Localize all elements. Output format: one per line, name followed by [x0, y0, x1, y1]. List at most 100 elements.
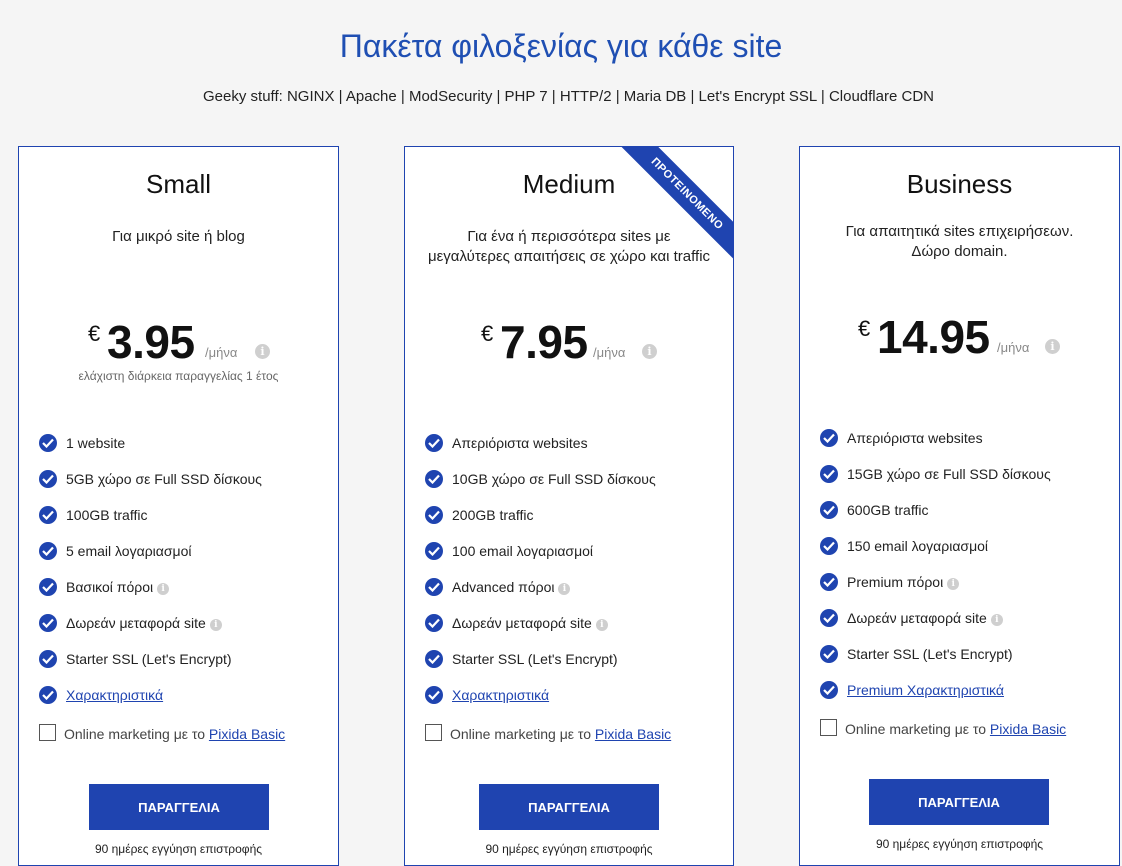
feature-item: Δωρεάν μεταφορά site i [39, 612, 328, 634]
feature-item: Premium πόροι i [820, 571, 1109, 593]
feature-item: Starter SSL (Let's Encrypt) [820, 643, 1109, 665]
price-period: /μήνα [205, 345, 238, 360]
check-icon [820, 681, 838, 699]
feature-label: Starter SSL (Let's Encrypt) [66, 651, 232, 667]
info-icon[interactable]: i [209, 619, 222, 631]
feature-item: 200GB traffic [425, 504, 723, 526]
addon-option: Online marketing με το Pixida Basic [425, 723, 727, 745]
feature-label: Απεριόριστα websites [847, 430, 983, 446]
info-icon[interactable]: i [157, 583, 170, 595]
tech-stack-subtitle: Geeky stuff: NGINX | Apache | ModSecurit… [203, 88, 934, 105]
plan-name: Business [906, 169, 1013, 199]
check-icon [39, 578, 57, 596]
check-icon [820, 501, 838, 519]
plan-description: Για ένα ή περισσότερα sites με μεγαλύτερ… [405, 227, 733, 267]
feature-text: Advanced πόροι [452, 579, 555, 595]
check-icon [39, 434, 57, 452]
order-button[interactable]: ΠΑΡΑΓΓΕΛΙΑ [89, 784, 269, 830]
check-icon [39, 650, 57, 668]
addon-label: Online marketing με το Pixida Basic [64, 726, 285, 742]
plan-description-line: μεγαλύτερες απαιτήσεις σε χώρο και traff… [427, 248, 711, 265]
pixida-basic-link[interactable]: Pixida Basic [990, 721, 1066, 737]
feature-list: Απεριόριστα websites 10GB χώρο σε Full S… [425, 432, 723, 722]
feature-item: Χαρακτηριστικά [39, 684, 328, 706]
pixida-basic-link[interactable]: Pixida Basic [595, 726, 671, 742]
feature-item: Premium Χαρακτηριστικά [820, 679, 1109, 701]
price-period: /μήνα [997, 340, 1030, 355]
features-link[interactable]: Premium Χαρακτηριστικά [847, 682, 1004, 698]
addon-label: Online marketing με το Pixida Basic [450, 726, 671, 742]
feature-list: 1 website 5GB χώρο σε Full SSD δίσκους 1… [39, 432, 328, 722]
price-amount: 3.95 [107, 316, 195, 368]
price-info-icon[interactable]: i [642, 344, 657, 359]
feature-item: Βασικοί πόροι i [39, 576, 328, 598]
feature-label: 5 email λογαριασμοί [66, 543, 192, 559]
feature-list: Απεριόριστα websites 15GB χώρο σε Full S… [820, 427, 1109, 717]
feature-label: Δωρεάν μεταφορά site i [66, 615, 222, 631]
feature-label: 100GB traffic [66, 507, 148, 523]
check-icon [820, 609, 838, 627]
order-button[interactable]: ΠΑΡΑΓΓΕΛΙΑ [479, 784, 659, 830]
check-icon [425, 650, 443, 668]
info-icon[interactable]: i [990, 614, 1003, 626]
info-icon[interactable]: i [947, 578, 960, 590]
feature-label: 600GB traffic [847, 502, 929, 518]
feature-item: Απεριόριστα websites [820, 427, 1109, 449]
feature-label: Premium πόροι i [847, 574, 960, 590]
price-amount: 14.95 [877, 311, 990, 363]
check-icon [425, 470, 443, 488]
order-button[interactable]: ΠΑΡΑΓΓΕΛΙΑ [869, 779, 1049, 825]
price-amount: 7.95 [500, 316, 588, 368]
check-icon [425, 686, 443, 704]
plan-description-line: Για ένα ή περισσότερα sites με [467, 228, 671, 245]
feature-item: 150 email λογαριασμοί [820, 535, 1109, 557]
addon-option: Online marketing με το Pixida Basic [39, 723, 332, 745]
feature-label: Βασικοί πόροι i [66, 579, 170, 595]
addon-text: Online marketing με το [64, 726, 209, 742]
min-duration-note: ελάχιστη διάρκεια παραγγελίας 1 έτος [78, 369, 279, 383]
plan-name: Medium [522, 169, 616, 199]
price-info-icon[interactable]: i [1045, 339, 1060, 354]
addon-checkbox[interactable] [425, 724, 442, 741]
guarantee-note: 90 ημέρες εγγύηση επιστροφής [875, 837, 1044, 851]
feature-label: 15GB χώρο σε Full SSD δίσκους [847, 466, 1051, 482]
price-row: € 7.95 /μήνα i [405, 315, 733, 375]
plan-card-business: Business Για απαιτητικά sites επιχειρήσε… [799, 146, 1120, 866]
feature-label: Starter SSL (Let's Encrypt) [847, 646, 1013, 662]
feature-label: Δωρεάν μεταφορά site i [847, 610, 1003, 626]
addon-checkbox[interactable] [820, 719, 837, 736]
feature-item: 1 website [39, 432, 328, 454]
feature-item: 5GB χώρο σε Full SSD δίσκους [39, 468, 328, 490]
feature-item: Starter SSL (Let's Encrypt) [425, 648, 723, 670]
plan-description: Για απαιτητικά sites επιχειρήσεων. Δώρο … [800, 222, 1119, 262]
feature-item: 10GB χώρο σε Full SSD δίσκους [425, 468, 723, 490]
check-icon [39, 470, 57, 488]
feature-text: Δωρεάν μεταφορά site [66, 615, 206, 631]
guarantee-note: 90 ημέρες εγγύηση επιστροφής [94, 842, 263, 856]
check-icon [425, 542, 443, 560]
features-link[interactable]: Χαρακτηριστικά [452, 687, 549, 703]
check-icon [39, 686, 57, 704]
plan-card-small: Small Για μικρό site ή blog € 3.95 /μήνα… [18, 146, 339, 866]
feature-text: Premium πόροι [847, 574, 944, 590]
addon-option: Online marketing με το Pixida Basic [820, 718, 1113, 740]
features-link[interactable]: Χαρακτηριστικά [66, 687, 163, 703]
feature-item: 15GB χώρο σε Full SSD δίσκους [820, 463, 1109, 485]
price-row: € 14.95 /μήνα i [800, 310, 1119, 370]
addon-checkbox[interactable] [39, 724, 56, 741]
feature-text: Δωρεάν μεταφορά site [847, 610, 987, 626]
check-icon [820, 573, 838, 591]
plan-description-line: Δώρο domain. [911, 243, 1008, 260]
info-icon[interactable]: i [558, 583, 571, 595]
price-info-icon[interactable]: i [255, 344, 270, 359]
currency-symbol: € [858, 316, 871, 341]
guarantee-note: 90 ημέρες εγγύηση επιστροφής [485, 842, 653, 856]
info-icon[interactable]: i [595, 619, 608, 631]
check-icon [39, 506, 57, 524]
feature-item: Advanced πόροι i [425, 576, 723, 598]
check-icon [820, 645, 838, 663]
pixida-basic-link[interactable]: Pixida Basic [209, 726, 285, 742]
plan-description: Για μικρό site ή blog [112, 228, 245, 245]
check-icon [425, 434, 443, 452]
feature-label: 150 email λογαριασμοί [847, 538, 989, 554]
